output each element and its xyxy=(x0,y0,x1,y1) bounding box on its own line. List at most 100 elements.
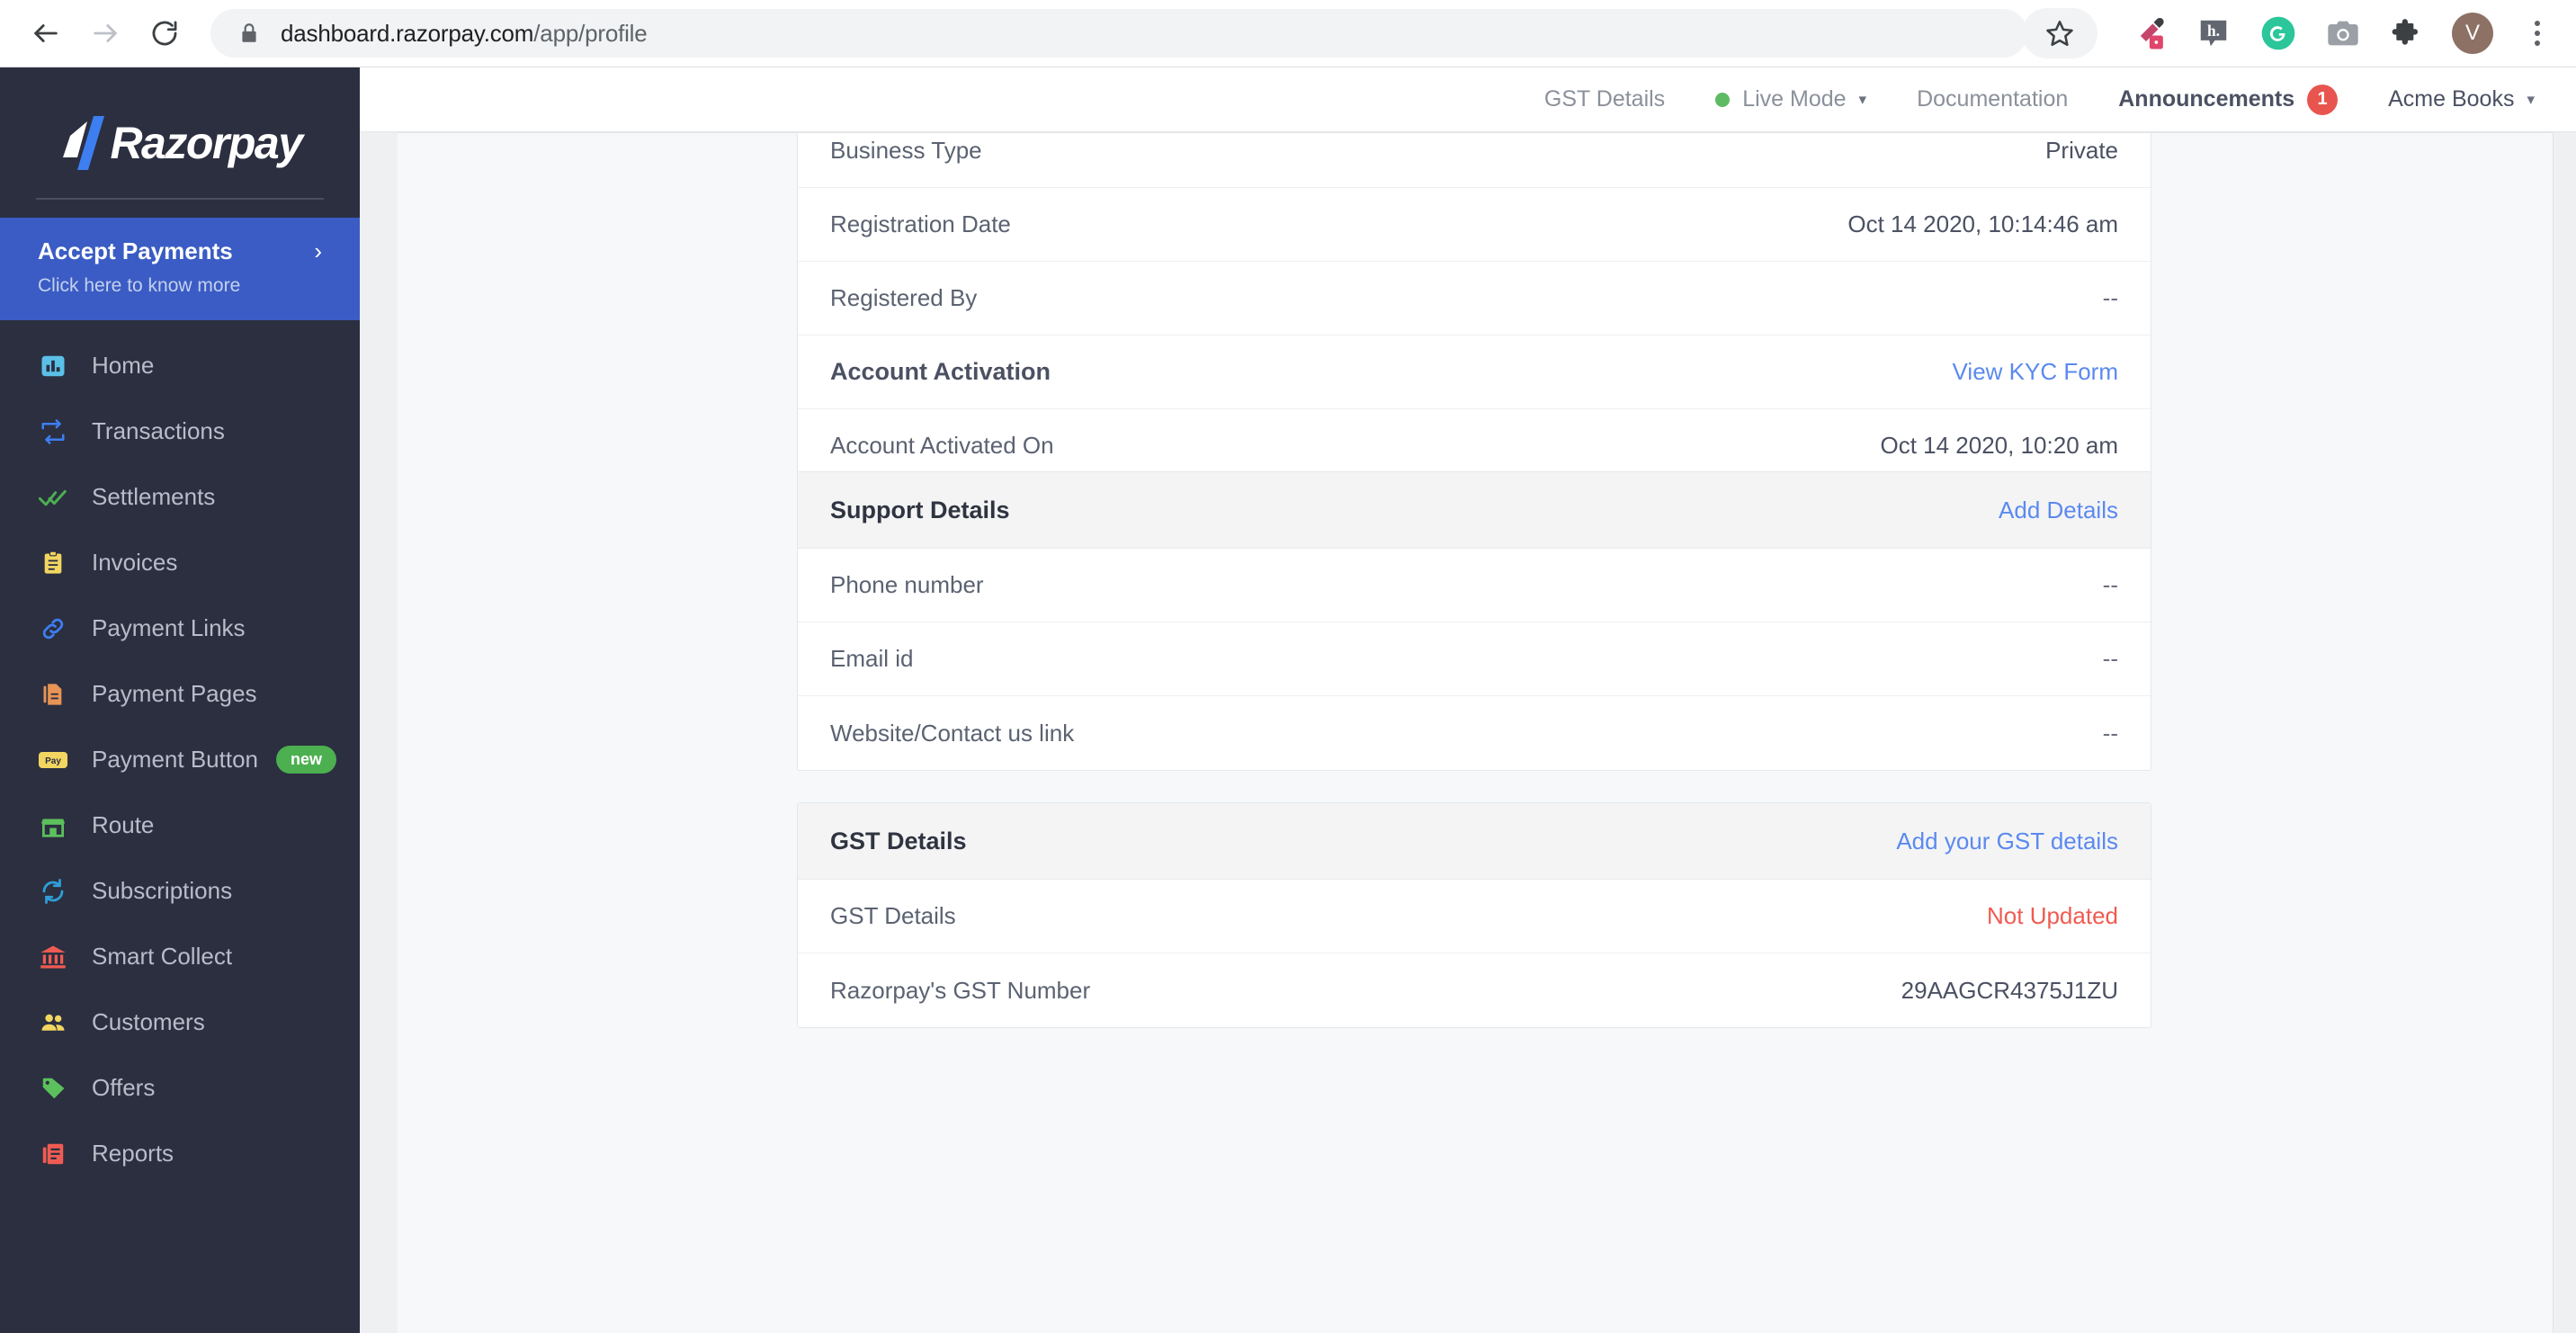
sidebar-divider xyxy=(36,198,324,200)
refresh-cycle-icon xyxy=(38,876,68,907)
table-row: Email id -- xyxy=(798,622,2151,696)
top-appbar: GST Details Live Mode ▾ Documentation An… xyxy=(360,67,2576,132)
account-menu[interactable]: Acme Books ▾ xyxy=(2388,86,2535,112)
reload-button[interactable] xyxy=(139,7,191,59)
panel-title: Support Details xyxy=(830,496,1010,523)
sidebar-item-label: Customers xyxy=(92,1008,205,1035)
back-button[interactable] xyxy=(20,7,72,59)
row-label: Phone number xyxy=(830,571,984,598)
sidebar-item-label: Offers xyxy=(92,1074,156,1101)
table-row: Registered By -- xyxy=(798,262,2151,335)
row-value: -- xyxy=(2102,719,2118,747)
view-kyc-form-link[interactable]: View KYC Form xyxy=(1953,358,2118,386)
lock-icon xyxy=(237,22,261,45)
table-row: Website/Contact us link -- xyxy=(798,696,2151,770)
accept-payments-subtitle: Click here to know more xyxy=(38,275,241,296)
puzzle-extensions-icon[interactable] xyxy=(2387,13,2428,54)
bar-chart-icon xyxy=(38,351,68,381)
row-value: Oct 14 2020, 10:20 am xyxy=(1880,432,2118,459)
chevron-right-icon: › xyxy=(314,237,322,264)
hypothesis-extension-icon[interactable]: h. xyxy=(2193,13,2234,54)
sidebar-item-invoices[interactable]: Invoices xyxy=(0,530,360,595)
sidebar-item-label: Transactions xyxy=(92,417,225,444)
people-icon xyxy=(38,1007,68,1038)
sidebar-item-offers[interactable]: Offers xyxy=(0,1055,360,1121)
support-details-card: Support Details Add Details Phone number… xyxy=(797,471,2151,771)
content-area: Business Type Private Registration Date … xyxy=(398,132,2553,1333)
announcements-count-badge: 1 xyxy=(2307,84,2339,115)
svg-text:Pay: Pay xyxy=(45,756,61,766)
row-label: Razorpay's GST Number xyxy=(830,976,1091,1004)
appbar-announcements[interactable]: Announcements 1 xyxy=(2118,84,2339,115)
row-value: -- xyxy=(2102,284,2118,311)
app-shell: Razorpay Accept Payments › Click here to… xyxy=(0,67,2576,1333)
table-row: Phone number -- xyxy=(798,549,2151,622)
razorpay-mark-icon xyxy=(63,115,105,170)
url-text: dashboard.razorpay.com/app/profile xyxy=(281,20,648,48)
pay-button-icon: Pay xyxy=(38,745,68,775)
document-icon xyxy=(38,679,68,710)
add-gst-details-link[interactable]: Add your GST details xyxy=(1896,828,2118,855)
table-row: Razorpay's GST Number 29AAGCR4375J1ZU xyxy=(798,953,2151,1027)
sidebar-item-label: Settlements xyxy=(92,483,216,510)
account-activation-section-header: Account Activation View KYC Form xyxy=(798,335,2151,409)
chevron-down-icon: ▾ xyxy=(2527,90,2535,108)
gst-status-value: Not Updated xyxy=(1987,902,2118,929)
razorpay-logo[interactable]: Razorpay xyxy=(0,67,360,218)
sidebar-item-label: Subscriptions xyxy=(92,877,233,904)
support-details-header: Support Details Add Details xyxy=(798,472,2151,549)
add-details-link[interactable]: Add Details xyxy=(1999,497,2118,524)
profile-avatar[interactable]: V xyxy=(2452,13,2493,54)
sidebar-nav: Home Transactions Settlements Invoices P… xyxy=(0,320,360,1186)
table-row: Registration Date Oct 14 2020, 10:14:46 … xyxy=(798,188,2151,262)
store-icon xyxy=(38,810,68,841)
sidebar-item-label: Payment Links xyxy=(92,614,246,641)
extension-icons: h. V xyxy=(2097,13,2576,54)
bookmark-star-button[interactable] xyxy=(2022,8,2097,58)
sidebar-item-transactions[interactable]: Transactions xyxy=(0,398,360,464)
section-title: Account Activation xyxy=(830,358,1051,385)
vertical-scrollbar[interactable] xyxy=(2553,132,2576,1333)
double-check-icon xyxy=(38,482,68,513)
reports-icon xyxy=(38,1139,68,1169)
address-bar[interactable]: dashboard.razorpay.com/app/profile xyxy=(210,9,2027,58)
sidebar-item-payment-pages[interactable]: Payment Pages xyxy=(0,661,360,727)
new-badge: new xyxy=(276,746,337,774)
left-gutter xyxy=(360,67,398,1333)
appbar-documentation[interactable]: Documentation xyxy=(1917,86,2068,112)
eyedropper-extension-icon[interactable] xyxy=(2128,13,2169,54)
sidebar-item-smart-collect[interactable]: Smart Collect xyxy=(0,924,360,989)
sidebar-item-settlements[interactable]: Settlements xyxy=(0,464,360,530)
chevron-down-icon: ▾ xyxy=(1858,90,1867,108)
accept-payments-promo[interactable]: Accept Payments › Click here to know mor… xyxy=(0,218,360,320)
sidebar-item-route[interactable]: Route xyxy=(0,792,360,858)
mode-switcher[interactable]: Live Mode ▾ xyxy=(1715,86,1866,112)
row-value: Private xyxy=(2045,137,2118,164)
appbar-announcements-label: Announcements xyxy=(2118,86,2295,112)
forward-button[interactable] xyxy=(79,7,131,59)
row-label: GST Details xyxy=(830,902,956,929)
sidebar-item-label: Reports xyxy=(92,1140,174,1167)
sidebar-item-home[interactable]: Home xyxy=(0,333,360,398)
sidebar-item-reports[interactable]: Reports xyxy=(0,1121,360,1186)
kebab-menu-icon[interactable] xyxy=(2517,13,2558,54)
bank-icon xyxy=(38,942,68,972)
clipboard-icon xyxy=(38,548,68,578)
row-value: 29AAGCR4375J1ZU xyxy=(1901,976,2118,1004)
url-domain: dashboard.razorpay.com xyxy=(281,19,534,47)
svg-text:h.: h. xyxy=(2207,22,2220,40)
sidebar-item-subscriptions[interactable]: Subscriptions xyxy=(0,858,360,924)
sidebar-item-payment-button[interactable]: Pay Payment Button new xyxy=(0,727,360,792)
grammarly-extension-icon[interactable] xyxy=(2258,13,2299,54)
screenshot-extension-icon[interactable] xyxy=(2322,13,2364,54)
sidebar-item-payment-links[interactable]: Payment Links xyxy=(0,595,360,661)
appbar-documentation-label: Documentation xyxy=(1917,86,2069,112)
live-mode-dot-icon xyxy=(1715,92,1731,107)
appbar-gst-details[interactable]: GST Details xyxy=(1544,86,1665,112)
sidebar-item-customers[interactable]: Customers xyxy=(0,989,360,1055)
sidebar-item-label: Home xyxy=(92,352,155,379)
sidebar: Razorpay Accept Payments › Click here to… xyxy=(0,67,360,1333)
appbar-gst-details-label: GST Details xyxy=(1543,86,1666,112)
sidebar-item-label: Smart Collect xyxy=(92,943,233,970)
url-path: /app/profile xyxy=(533,19,648,47)
